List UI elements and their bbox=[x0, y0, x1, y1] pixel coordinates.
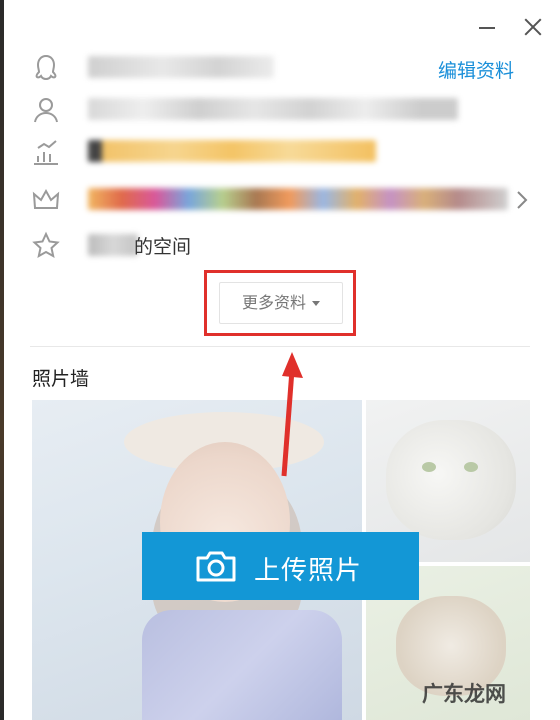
crown-icon bbox=[30, 184, 62, 216]
star-icon bbox=[30, 230, 62, 262]
annotation-arrow bbox=[281, 352, 303, 477]
blurred-space-owner bbox=[88, 234, 138, 256]
chevron-right-icon[interactable] bbox=[512, 186, 532, 214]
blurred-level-badges bbox=[88, 140, 376, 162]
upload-photo-button[interactable]: 上传照片 bbox=[142, 532, 419, 600]
watermark-text: 广东龙网 bbox=[422, 682, 506, 706]
photo-wall-title: 照片墙 bbox=[32, 368, 90, 390]
camera-icon bbox=[196, 551, 236, 582]
profile-row-qq bbox=[30, 48, 530, 88]
upload-photo-label: 上传照片 bbox=[254, 556, 363, 586]
profile-row-user bbox=[30, 90, 530, 130]
profile-row-vip[interactable] bbox=[30, 180, 530, 220]
profile-row-space[interactable]: 的空间 bbox=[30, 226, 530, 266]
section-divider bbox=[30, 346, 530, 347]
blurred-vip-icons bbox=[88, 188, 508, 210]
user-icon bbox=[30, 94, 62, 126]
blurred-user-info bbox=[88, 98, 458, 120]
level-chart-icon bbox=[30, 136, 62, 168]
minimize-button[interactable] bbox=[474, 14, 500, 40]
profile-row-level bbox=[30, 132, 530, 172]
space-label: 的空间 bbox=[134, 236, 192, 258]
close-button[interactable] bbox=[520, 14, 546, 40]
window-edge bbox=[0, 0, 4, 720]
highlight-box bbox=[204, 270, 356, 336]
qq-penguin-icon bbox=[30, 52, 62, 84]
blurred-qq-number bbox=[88, 56, 274, 78]
